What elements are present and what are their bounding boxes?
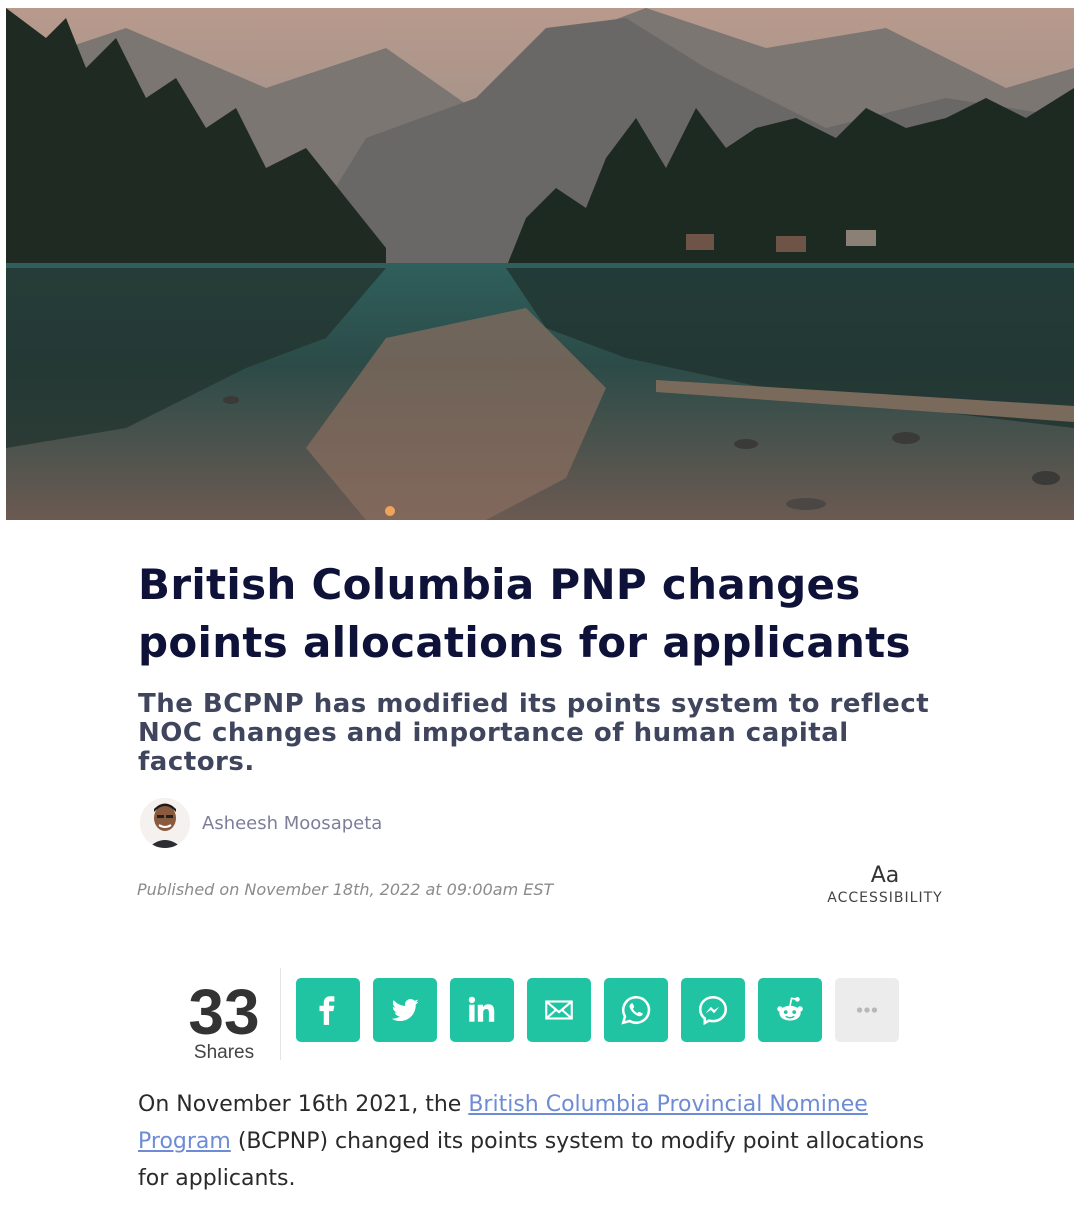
more-icon — [856, 1007, 878, 1013]
hero-image — [6, 8, 1074, 520]
share-linkedin-button[interactable] — [450, 978, 514, 1042]
whatsapp-icon — [621, 995, 651, 1025]
facebook-icon — [319, 996, 335, 1025]
share-facebook-button[interactable] — [296, 978, 360, 1042]
author-name[interactable]: Asheesh Moosapeta — [202, 813, 382, 834]
accessibility-button[interactable]: Aa ACCESSIBILITY — [822, 864, 948, 908]
body-text-start: On November 16th 2021, the — [138, 1092, 469, 1117]
article-title: British Columbia PNP changes points allo… — [138, 560, 911, 667]
share-more-button[interactable] — [835, 978, 899, 1042]
divider — [280, 968, 281, 1060]
article-body-paragraph: On November 16th 2021, the British Colum… — [138, 1086, 938, 1197]
share-count-number: 33 — [188, 976, 260, 1048]
twitter-icon — [391, 999, 419, 1022]
share-twitter-button[interactable] — [373, 978, 437, 1042]
share-messenger-button[interactable] — [681, 978, 745, 1042]
accessibility-label: ACCESSIBILITY — [827, 890, 943, 906]
share-email-button[interactable] — [527, 978, 591, 1042]
share-whatsapp-button[interactable] — [604, 978, 668, 1042]
text-size-icon: Aa — [870, 863, 900, 888]
author-byline: Asheesh Moosapeta — [140, 798, 382, 848]
share-reddit-button[interactable] — [758, 978, 822, 1042]
landscape-photo — [6, 8, 1074, 520]
published-date: Published on November 18th, 2022 at 09:0… — [137, 880, 554, 899]
reddit-icon — [777, 997, 803, 1021]
share-buttons — [296, 978, 912, 1042]
share-count: 33 Shares — [180, 978, 268, 1064]
linkedin-icon — [468, 996, 495, 1022]
article-subtitle: The BCPNP has modified its points system… — [138, 689, 930, 777]
body-text-end: (BCPNP) changed its points system to mod… — [138, 1129, 925, 1191]
avatar[interactable] — [140, 798, 190, 848]
email-icon — [545, 1000, 573, 1020]
messenger-icon — [698, 995, 728, 1026]
